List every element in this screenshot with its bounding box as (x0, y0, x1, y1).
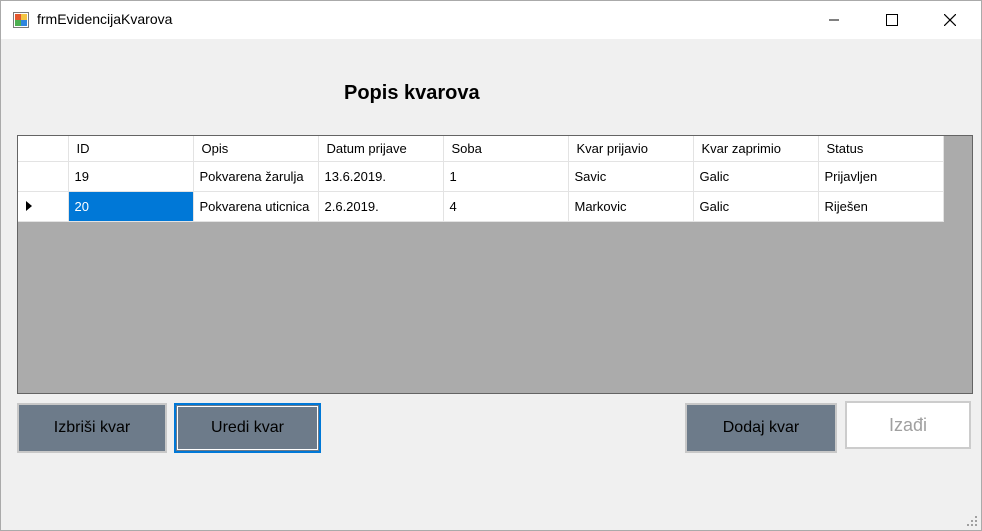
row-header-cell[interactable] (18, 161, 69, 192)
faults-grid[interactable]: ID Opis Datum prijave Soba Kvar prijavio… (17, 135, 973, 394)
maximize-icon (886, 14, 898, 26)
add-fault-button[interactable]: Dodaj kvar (685, 403, 837, 453)
cell-kvar-prijavio[interactable]: Savic (568, 161, 694, 192)
column-header-soba[interactable]: Soba (443, 136, 569, 162)
close-button[interactable] (927, 1, 973, 39)
cell-opis[interactable]: Pokvarena uticnica (193, 191, 319, 222)
cell-status[interactable]: Prijavljen (818, 161, 944, 192)
resize-grip-icon[interactable] (967, 516, 977, 526)
cell-opis[interactable]: Pokvarena žarulja (193, 161, 319, 192)
column-header-status[interactable]: Status (818, 136, 944, 162)
faults-table: ID Opis Datum prijave Soba Kvar prijavio… (18, 136, 944, 222)
minimize-button[interactable] (811, 1, 857, 39)
main-window: frmEvidencijaKvarova Popis kvarova ID Op… (0, 0, 982, 531)
edit-fault-button[interactable]: Uredi kvar (174, 403, 321, 453)
cell-kvar-zaprimio[interactable]: Galic (693, 161, 819, 192)
maximize-button[interactable] (869, 1, 915, 39)
table-row[interactable]: 19 Pokvarena žarulja 13.6.2019. 1 Savic … (18, 161, 944, 192)
table-row[interactable]: 20 Pokvarena uticnica 2.6.2019. 4 Markov… (18, 191, 944, 222)
cell-status[interactable]: Riješen (818, 191, 944, 222)
cell-datum-prijave[interactable]: 2.6.2019. (318, 191, 444, 222)
row-header-cell-current[interactable] (18, 191, 69, 222)
title-bar[interactable]: frmEvidencijaKvarova (1, 1, 981, 39)
cell-soba[interactable]: 1 (443, 161, 569, 192)
close-icon (944, 14, 956, 26)
window-title: frmEvidencijaKvarova (37, 11, 173, 27)
delete-fault-button[interactable]: Izbriši kvar (17, 403, 167, 453)
cell-id-selected[interactable]: 20 (68, 191, 194, 222)
column-header-datum-prijave[interactable]: Datum prijave (318, 136, 444, 162)
exit-button[interactable]: Izađi (845, 401, 971, 449)
grid-header-row: ID Opis Datum prijave Soba Kvar prijavio… (18, 136, 944, 162)
cell-id[interactable]: 19 (68, 161, 194, 192)
page-title: Popis kvarova (344, 82, 480, 104)
minimize-icon (829, 19, 839, 21)
cell-datum-prijave[interactable]: 13.6.2019. (318, 161, 444, 192)
corner-header-cell[interactable] (18, 136, 69, 162)
column-header-kvar-zaprimio[interactable]: Kvar zaprimio (693, 136, 819, 162)
cell-soba[interactable]: 4 (443, 191, 569, 222)
cell-kvar-zaprimio[interactable]: Galic (693, 191, 819, 222)
app-icon (13, 12, 29, 28)
current-row-arrow-icon (26, 201, 32, 211)
column-header-opis[interactable]: Opis (193, 136, 319, 162)
cell-kvar-prijavio[interactable]: Markovic (568, 191, 694, 222)
column-header-kvar-prijavio[interactable]: Kvar prijavio (568, 136, 694, 162)
column-header-id[interactable]: ID (68, 136, 194, 162)
